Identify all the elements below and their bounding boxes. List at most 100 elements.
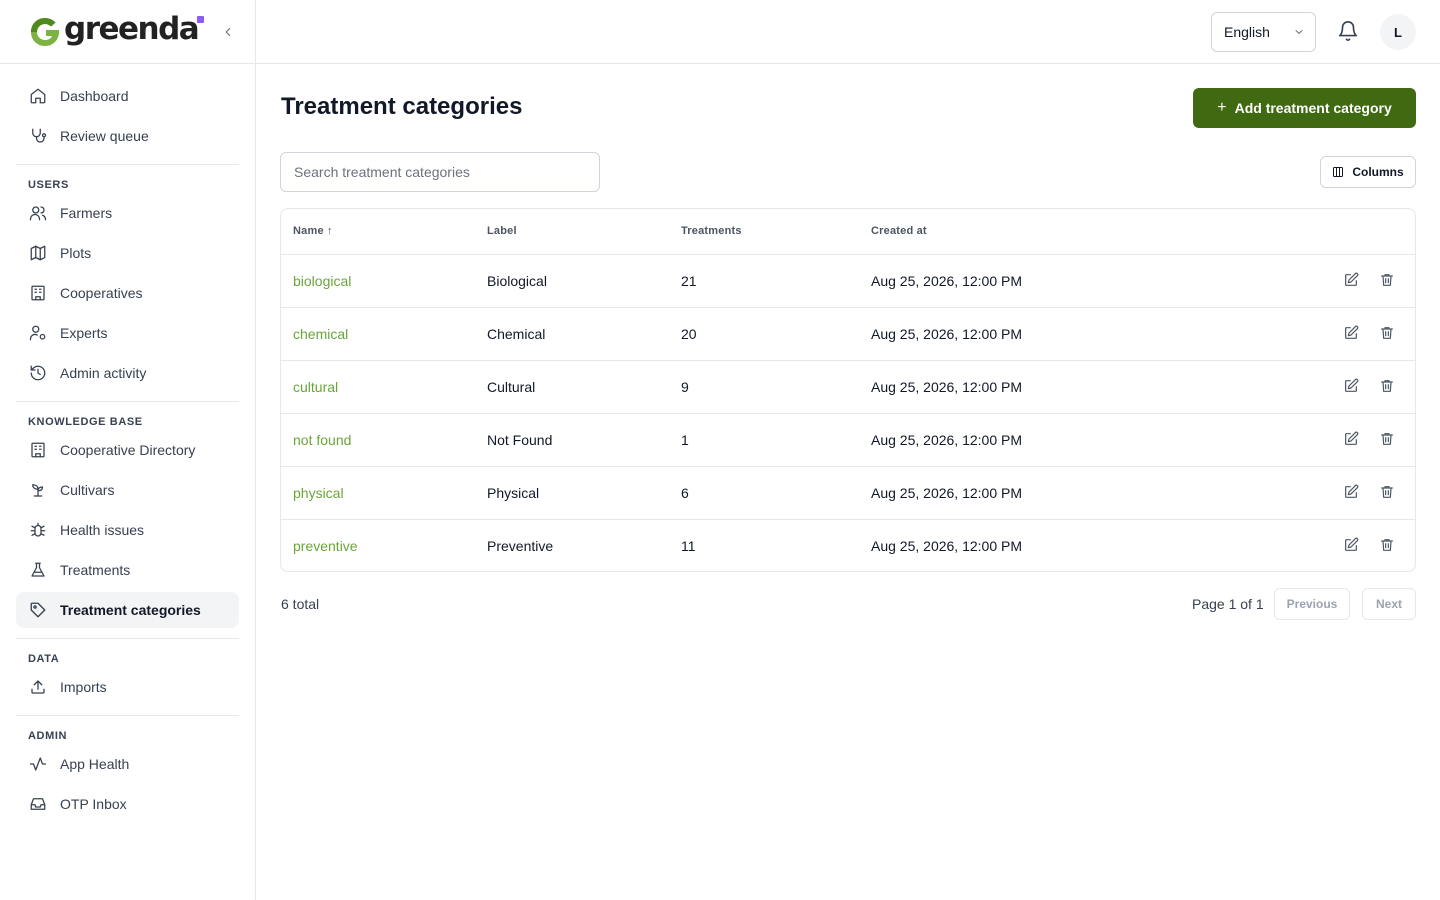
nav-section-data: DATA: [28, 653, 60, 665]
column-header-label: Label: [487, 225, 517, 237]
sidebar-item-label: Plots: [60, 245, 92, 261]
row-created-at: Aug 25, 2026, 12:00 PM: [871, 485, 1022, 501]
sidebar-item-farmers[interactable]: Farmers: [16, 195, 239, 231]
sidebar: greenda Dashboard Review queue USERS Far…: [0, 0, 256, 900]
home-icon: [28, 86, 48, 106]
sidebar-item-health-issues[interactable]: Health issues: [16, 512, 239, 548]
notifications-button[interactable]: [1337, 20, 1359, 44]
trash-icon[interactable]: [1379, 484, 1395, 500]
sidebar-item-cooperatives[interactable]: Cooperatives: [16, 275, 239, 311]
row-actions: [1343, 378, 1395, 394]
sidebar-item-experts[interactable]: Experts: [16, 315, 239, 351]
row-treatments-count: 21: [681, 273, 697, 289]
language-select[interactable]: English: [1211, 12, 1316, 52]
collapse-sidebar-button[interactable]: [218, 22, 238, 42]
sidebar-item-imports[interactable]: Imports: [16, 669, 239, 705]
row-name-link[interactable]: chemical: [293, 326, 348, 342]
sidebar-item-cultivars[interactable]: Cultivars: [16, 472, 239, 508]
edit-icon[interactable]: [1343, 272, 1359, 288]
table-row: cultural Cultural 9 Aug 25, 2026, 12:00 PM: [281, 361, 1415, 414]
sort-arrow-up-icon: ↑: [327, 225, 333, 237]
sidebar-item-label: Health issues: [60, 522, 145, 538]
chevron-left-icon: [225, 27, 231, 37]
columns-button[interactable]: Columns: [1320, 156, 1416, 188]
columns-button-label: Columns: [1352, 165, 1404, 179]
nav-section-users: USERS: [28, 179, 69, 191]
row-name-link[interactable]: not found: [293, 432, 351, 448]
trash-icon[interactable]: [1379, 378, 1395, 394]
sidebar-item-label: OTP Inbox: [60, 796, 127, 812]
chevron-down-icon: [1295, 30, 1303, 34]
logo[interactable]: greenda: [28, 14, 200, 49]
sidebar-item-treatment-categories[interactable]: Treatment categories: [16, 592, 239, 628]
page-title: Treatment categories: [281, 93, 523, 120]
edit-icon[interactable]: [1343, 431, 1359, 447]
search-input[interactable]: [280, 152, 600, 192]
column-header-treatments: Treatments: [681, 225, 742, 237]
sidebar-item-otp-inbox[interactable]: OTP Inbox: [16, 786, 239, 822]
logo-accent-dot: [197, 16, 204, 23]
history-icon: [28, 363, 48, 383]
row-treatments-count: 9: [681, 379, 689, 395]
row-actions: [1343, 272, 1395, 288]
activity-icon: [28, 754, 48, 774]
sidebar-item-admin-activity[interactable]: Admin activity: [16, 355, 239, 391]
sidebar-item-label: Experts: [60, 325, 108, 341]
treatment-categories-table: Name ↑ Label Treatments Created at biolo…: [280, 208, 1416, 572]
sidebar-item-plots[interactable]: Plots: [16, 235, 239, 271]
nav-section-admin: ADMIN: [28, 730, 68, 742]
upload-icon: [28, 677, 48, 697]
sidebar-item-label: Admin activity: [60, 365, 147, 381]
trash-icon[interactable]: [1379, 325, 1395, 341]
row-name-link[interactable]: physical: [293, 485, 344, 501]
sidebar-item-app-health[interactable]: App Health: [16, 746, 239, 782]
edit-icon[interactable]: [1343, 484, 1359, 500]
row-label: Not Found: [487, 432, 553, 448]
row-label: Biological: [487, 273, 547, 289]
row-created-at: Aug 25, 2026, 12:00 PM: [871, 379, 1022, 395]
row-name-link[interactable]: preventive: [293, 538, 358, 554]
stethoscope-icon: [28, 126, 48, 146]
brand-header: greenda: [0, 0, 255, 64]
trash-icon[interactable]: [1379, 431, 1395, 447]
sidebar-item-label: Imports: [60, 679, 107, 695]
nav-section-knowledge-base: KNOWLEDGE BASE: [28, 416, 143, 428]
row-name-link[interactable]: cultural: [293, 379, 338, 395]
nav-divider: [16, 715, 239, 716]
nav-divider: [16, 401, 239, 402]
table-body: biological Biological 21 Aug 25, 2026, 12:0…: [281, 255, 1415, 571]
column-header-label: Name: [293, 225, 324, 237]
sidebar-item-treatments[interactable]: Treatments: [16, 552, 239, 588]
sidebar-item-review-queue[interactable]: Review queue: [16, 118, 239, 154]
row-treatments-count: 11: [681, 538, 696, 554]
row-name-link[interactable]: biological: [293, 273, 351, 289]
sidebar-item-label: Cooperative Directory: [60, 442, 196, 458]
inbox-icon: [28, 794, 48, 814]
sidebar-item-dashboard[interactable]: Dashboard: [16, 78, 239, 114]
sidebar-item-label: Treatment categories: [60, 602, 201, 618]
trash-icon[interactable]: [1379, 537, 1395, 553]
map-icon: [28, 243, 48, 263]
sidebar-item-cooperative-directory[interactable]: Cooperative Directory: [16, 432, 239, 468]
building-icon: [28, 283, 48, 303]
sidebar-item-label: Cooperatives: [60, 285, 143, 301]
row-created-at: Aug 25, 2026, 12:00 PM: [871, 273, 1022, 289]
column-header-name[interactable]: Name ↑: [293, 225, 333, 237]
table-row: biological Biological 21 Aug 25, 2026, 12:0…: [281, 255, 1415, 308]
previous-page-button[interactable]: Previous: [1274, 588, 1350, 620]
row-label: Physical: [487, 485, 540, 501]
row-created-at: Aug 25, 2026, 12:00 PM: [871, 538, 1022, 554]
trash-icon[interactable]: [1379, 272, 1395, 288]
table-row: chemical Chemical 20 Aug 25, 2026, 12:00 PM: [281, 308, 1415, 361]
edit-icon[interactable]: [1343, 325, 1359, 341]
next-page-button[interactable]: Next: [1362, 588, 1416, 620]
row-actions: [1343, 484, 1395, 500]
edit-icon[interactable]: [1343, 537, 1359, 553]
add-treatment-category-button[interactable]: + Add treatment category: [1193, 88, 1416, 128]
avatar[interactable]: L: [1380, 14, 1416, 50]
edit-icon[interactable]: [1343, 378, 1359, 394]
sprout-icon: [28, 480, 48, 500]
row-label: Cultural: [487, 379, 536, 395]
user-cog-icon: [28, 323, 48, 343]
tag-icon: [28, 600, 48, 620]
